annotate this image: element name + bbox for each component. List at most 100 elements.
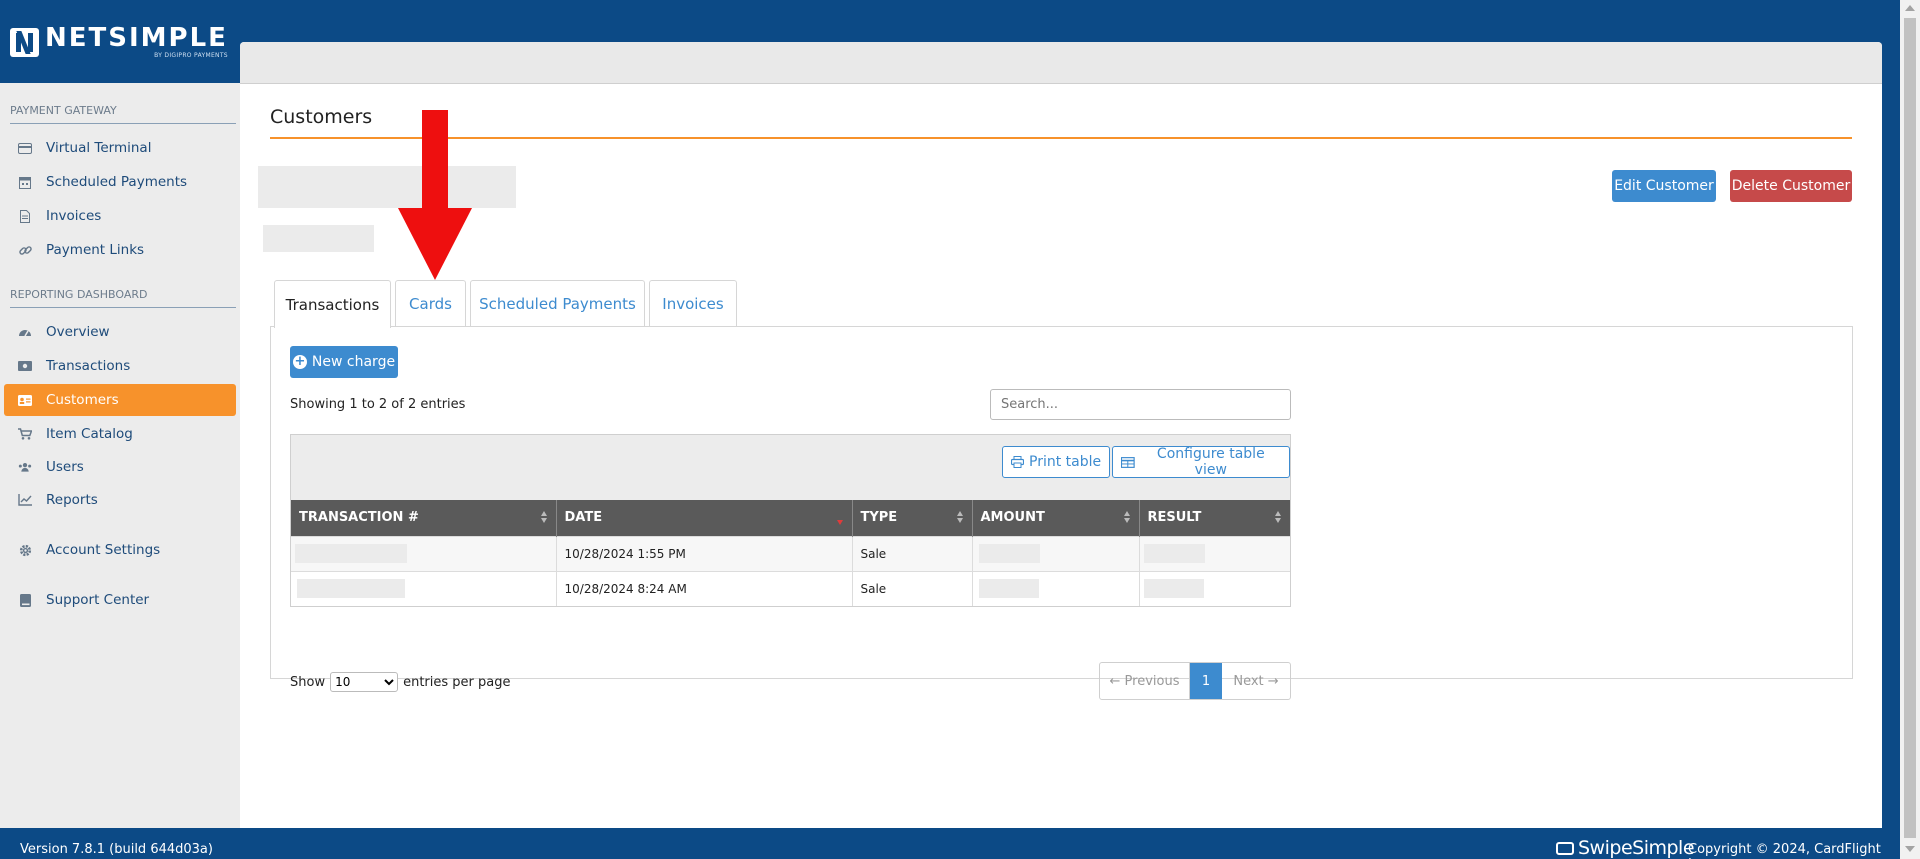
main-panel: Customers Edit Customer Delete Customer … <box>240 42 1882 828</box>
sort-icon <box>1123 511 1131 525</box>
configure-table-view-button[interactable]: Configure table view <box>1112 446 1290 478</box>
sidebar-item-customers[interactable]: Customers <box>4 384 236 416</box>
column-header-amount[interactable]: AMOUNT <box>972 500 1140 536</box>
edit-customer-button[interactable]: Edit Customer <box>1612 170 1716 202</box>
sidebar-item-item-catalog[interactable]: Item Catalog <box>4 418 236 450</box>
show-label: Show <box>290 674 326 690</box>
column-header-type[interactable]: TYPE <box>852 500 973 536</box>
redacted-value <box>295 544 407 563</box>
sidebar-item-label: Support Center <box>46 592 150 608</box>
scroll-down-arrow-icon[interactable] <box>1905 846 1915 852</box>
cell-amount <box>972 570 1140 606</box>
sidebar-item-invoices[interactable]: Invoices <box>4 200 236 232</box>
print-table-label: Print table <box>1029 454 1102 470</box>
column-header-label: TYPE <box>860 510 898 526</box>
customer-detail-redacted <box>263 225 374 252</box>
sidebar-item-scheduled-payments[interactable]: Scheduled Payments <box>4 166 236 198</box>
new-charge-button[interactable]: + New charge <box>290 346 398 378</box>
redacted-value <box>1143 544 1205 563</box>
transactions-table: TRANSACTION # DATE TYPE AMOUNT RESULT 10… <box>291 500 1290 606</box>
page-1-button[interactable]: 1 <box>1190 663 1222 699</box>
table-header-row: TRANSACTION # DATE TYPE AMOUNT RESULT <box>291 500 1290 536</box>
cell-amount <box>972 535 1140 571</box>
sidebar-item-payment-links[interactable]: Payment Links <box>4 234 236 266</box>
search-input[interactable] <box>990 389 1291 420</box>
swipesimple-logo: SwipeSimple <box>1556 837 1695 859</box>
sidebar-item-users[interactable]: Users <box>4 451 236 483</box>
sidebar-item-label: Invoices <box>46 208 102 224</box>
section-heading-reporting-dashboard: REPORTING DASHBOARD <box>10 288 236 308</box>
swipesimple-icon <box>1556 841 1574 855</box>
book-icon <box>18 593 32 607</box>
column-header-date[interactable]: DATE <box>556 500 853 536</box>
table-icon <box>1121 456 1135 468</box>
next-page-button[interactable]: Next → <box>1222 663 1290 699</box>
cart-icon <box>18 427 32 441</box>
print-icon <box>1011 456 1024 468</box>
column-header-result[interactable]: RESULT <box>1139 500 1290 536</box>
sidebar: PAYMENT GATEWAY Virtual Terminal Schedul… <box>0 83 240 828</box>
cell-transaction-number[interactable] <box>291 535 557 571</box>
tab-scheduled-payments[interactable]: Scheduled Payments <box>470 280 645 327</box>
section-heading-payment-gateway: PAYMENT GATEWAY <box>10 104 236 124</box>
sort-icon <box>1275 511 1282 525</box>
entries-summary: Showing 1 to 2 of 2 entries <box>290 397 466 412</box>
column-header-transaction-number[interactable]: TRANSACTION # <box>291 500 557 536</box>
cell-result <box>1139 570 1290 606</box>
table-row[interactable]: 10/28/2024 1:55 PM Sale <box>291 535 1290 571</box>
red-arrow-annotation <box>398 110 472 280</box>
sidebar-item-label: Account Settings <box>46 542 161 558</box>
tab-invoices[interactable]: Invoices <box>649 280 737 327</box>
page-length-control: Show 10 entries per page <box>290 672 510 692</box>
sidebar-item-overview[interactable]: Overview <box>4 316 236 348</box>
cell-type: Sale <box>852 535 973 571</box>
sidebar-item-label: Reports <box>46 492 98 508</box>
sidebar-item-virtual-terminal[interactable]: Virtual Terminal <box>4 132 236 164</box>
column-header-label: RESULT <box>1147 510 1202 526</box>
column-header-label: DATE <box>564 510 603 526</box>
previous-page-button[interactable]: ← Previous <box>1100 663 1190 699</box>
sidebar-item-support-center[interactable]: Support Center <box>4 584 236 616</box>
sidebar-item-label: Customers <box>46 392 119 408</box>
entries-per-page-select[interactable]: 10 <box>330 672 399 692</box>
file-icon <box>18 209 32 223</box>
customer-name-redacted <box>258 166 516 208</box>
cell-transaction-number[interactable] <box>291 570 557 606</box>
id-card-icon <box>18 393 32 407</box>
sort-icon <box>956 511 964 525</box>
line-chart-icon <box>18 493 32 507</box>
cell-date: 10/28/2024 1:55 PM <box>556 535 853 571</box>
calendar-icon <box>18 175 32 189</box>
sidebar-item-transactions[interactable]: Transactions <box>4 350 236 382</box>
tab-cards[interactable]: Cards <box>395 280 466 327</box>
netsimple-logo[interactable]: NETSIMPLE BY DIGIPRO PAYMENTS <box>10 25 228 59</box>
scroll-up-arrow-icon[interactable] <box>1905 5 1915 11</box>
sidebar-item-label: Overview <box>46 324 110 340</box>
delete-customer-button[interactable]: Delete Customer <box>1730 170 1852 202</box>
sidebar-item-reports[interactable]: Reports <box>4 484 236 516</box>
tab-transactions[interactable]: Transactions <box>274 280 391 328</box>
redacted-value <box>978 544 1040 563</box>
redacted-value <box>1143 579 1204 599</box>
print-table-button[interactable]: Print table <box>1002 446 1111 478</box>
money-icon <box>18 359 32 373</box>
configure-table-view-label: Configure table view <box>1156 446 1265 478</box>
swipesimple-wordmark: SwipeSimple <box>1578 837 1695 859</box>
page-scrollbar[interactable] <box>1900 0 1920 859</box>
credit-card-icon <box>18 141 32 155</box>
sidebar-item-label: Transactions <box>46 358 131 374</box>
gear-icon <box>18 543 32 557</box>
brand-name: NETSIMPLE <box>45 23 228 53</box>
cell-date: 10/28/2024 8:24 AM <box>556 570 853 606</box>
column-header-label: AMOUNT <box>980 510 1045 526</box>
version-text: Version 7.8.1 (build 644d03a) <box>20 842 213 857</box>
table-row[interactable]: 10/28/2024 8:24 AM Sale <box>291 570 1290 606</box>
redacted-value <box>978 579 1039 599</box>
footer: Version 7.8.1 (build 644d03a) SwipeSimpl… <box>0 828 1900 859</box>
cell-result <box>1139 535 1290 571</box>
logo-mark-icon <box>10 27 39 57</box>
sidebar-item-account-settings[interactable]: Account Settings <box>4 534 236 566</box>
sidebar-item-label: Scheduled Payments <box>46 174 188 190</box>
transactions-table-container: Print table Configure table view TRANSAC… <box>290 434 1291 607</box>
scrollbar-thumb[interactable] <box>1904 18 1916 838</box>
